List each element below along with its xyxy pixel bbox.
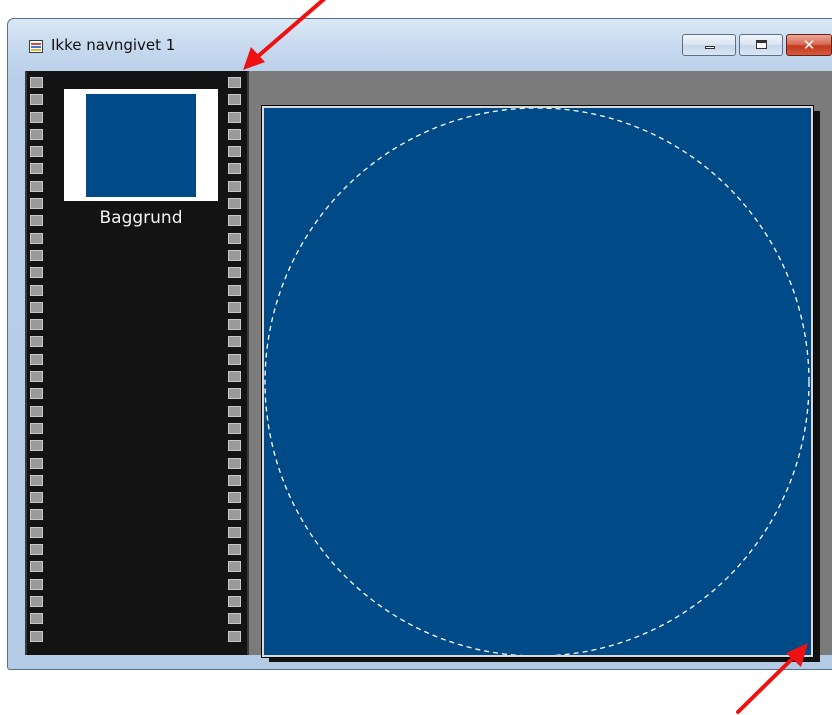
arrow-bottom <box>736 643 808 714</box>
annotation-arrows <box>243 0 808 714</box>
arrow-top <box>243 0 327 70</box>
